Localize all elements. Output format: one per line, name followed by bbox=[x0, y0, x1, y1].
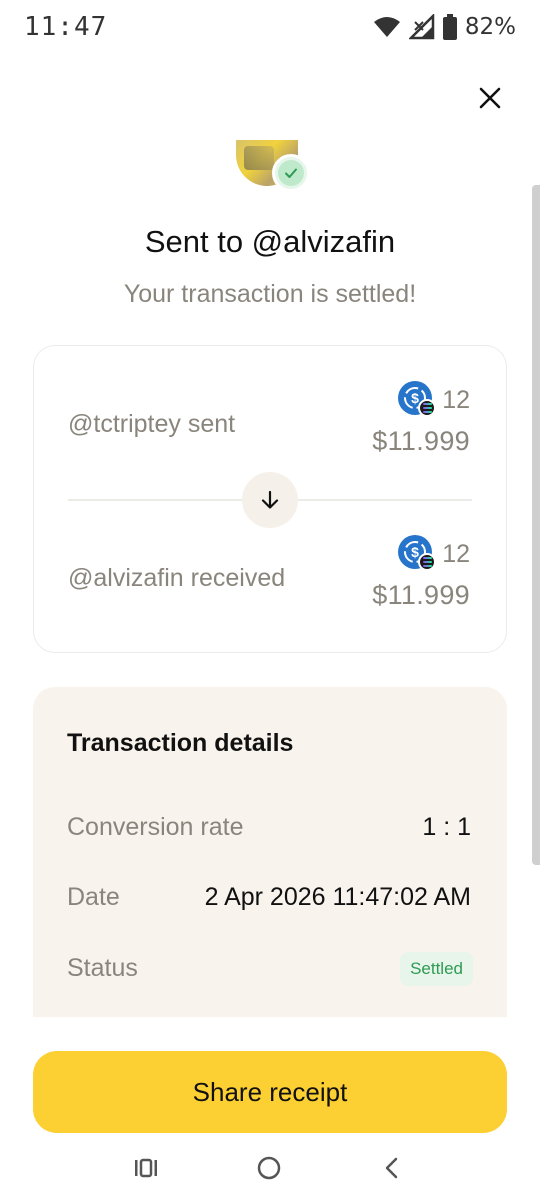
signal-icon bbox=[408, 14, 435, 40]
sender-usd-amount: $11.999 bbox=[372, 426, 470, 456]
conversion-rate-label: Conversion rate bbox=[67, 813, 244, 841]
home-button[interactable] bbox=[249, 1152, 289, 1184]
status-icons: 82% bbox=[373, 12, 516, 42]
page-subtitle: Your transaction is settled! bbox=[123, 280, 417, 308]
date-label: Date bbox=[67, 883, 120, 911]
home-icon bbox=[257, 1156, 281, 1180]
receiver-usd-amount: $11.999 bbox=[372, 580, 470, 610]
status-label: Status bbox=[67, 954, 138, 982]
receiver-label: @alvizafin received bbox=[68, 564, 286, 592]
back-button[interactable] bbox=[372, 1152, 412, 1184]
recent-apps-button[interactable] bbox=[126, 1152, 166, 1184]
receiver-amount: $ 12 $11.999 bbox=[372, 534, 470, 611]
sender-label: @tctriptey sent bbox=[68, 410, 236, 438]
conversion-rate-value: 1 : 1 bbox=[422, 813, 471, 841]
battery-icon bbox=[442, 14, 457, 40]
wifi-icon bbox=[373, 17, 400, 37]
usdc-coin-icon: $ bbox=[398, 381, 437, 419]
solana-chain-icon bbox=[418, 553, 437, 571]
arrow-down-icon bbox=[261, 490, 279, 509]
date-value: 2 Apr 2026 11:47:02 AM bbox=[204, 883, 471, 911]
transfer-card: @tctriptey sent $ 12 $11.999 @alvizafin … bbox=[33, 345, 507, 653]
status-time: 11:47 bbox=[24, 12, 108, 42]
recent-apps-icon bbox=[135, 1158, 157, 1178]
usdc-coin-icon: $ bbox=[398, 535, 437, 573]
status-badge: Settled bbox=[400, 952, 473, 986]
close-icon bbox=[479, 87, 501, 109]
sender-token-amount: 12 bbox=[442, 385, 470, 414]
battery-percent: 82% bbox=[464, 14, 516, 40]
transaction-details-card: Transaction details Conversion rate 1 : … bbox=[33, 687, 507, 1017]
details-title: Transaction details bbox=[67, 729, 294, 757]
success-badge bbox=[272, 154, 310, 192]
back-icon bbox=[385, 1157, 398, 1179]
receiver-token-amount: 12 bbox=[442, 539, 470, 568]
share-receipt-button[interactable]: Share receipt bbox=[33, 1051, 507, 1133]
system-nav-bar bbox=[0, 1140, 540, 1200]
solana-chain-icon bbox=[418, 399, 437, 417]
sender-amount: $ 12 $11.999 bbox=[372, 380, 470, 457]
recipient-avatar-group bbox=[234, 140, 314, 196]
check-icon bbox=[285, 168, 297, 178]
arrow-down-badge bbox=[242, 472, 298, 528]
page-title: Sent to @alvizafin bbox=[144, 224, 396, 259]
close-button[interactable] bbox=[472, 80, 508, 116]
status-bar: 11:47 82% bbox=[0, 0, 540, 52]
